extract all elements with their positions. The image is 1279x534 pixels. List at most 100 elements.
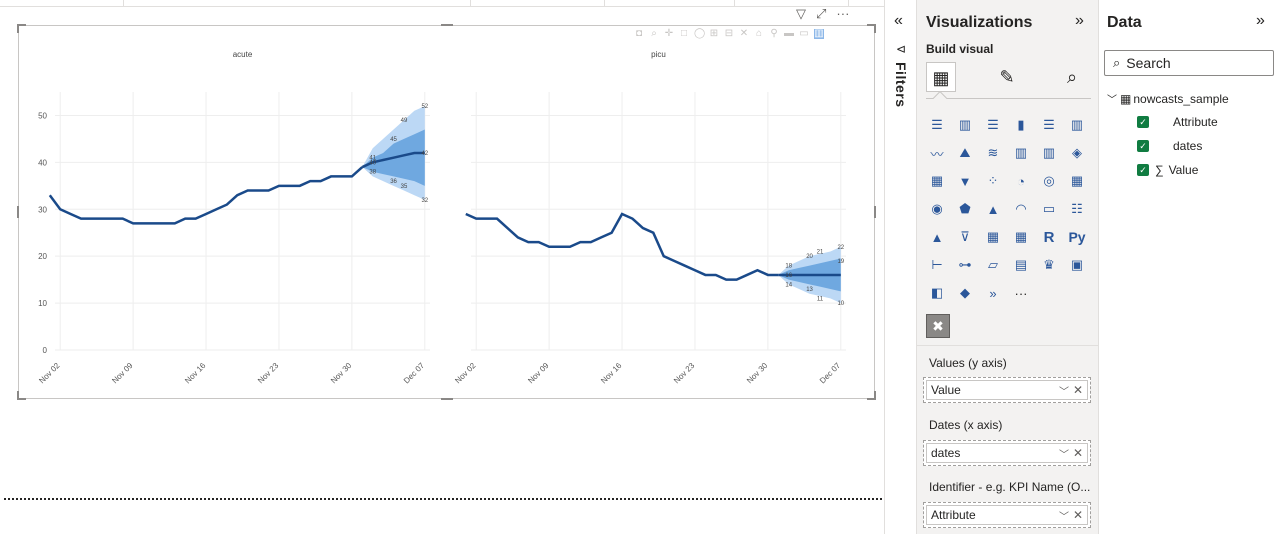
y-tick-label: 50 [38, 111, 47, 120]
panel-title: acute [233, 50, 253, 59]
table-icon[interactable]: ▦ [982, 226, 1004, 248]
expand-visualizations-icon[interactable]: » [1075, 12, 1084, 30]
ribbon-chart-icon[interactable]: ◈ [1066, 142, 1088, 164]
waterfall-chart-icon[interactable]: ▦ [926, 170, 948, 192]
stacked-bar-chart-icon[interactable]: ☰ [926, 114, 948, 136]
line-clustered-column-chart-icon[interactable]: ▥ [1038, 142, 1060, 164]
clustered-column-chart-icon[interactable]: ▮ [1010, 114, 1032, 136]
remove-field-icon[interactable]: ✕ [1073, 508, 1083, 522]
forecast-band-label: 14 [785, 282, 792, 288]
clustered-bar-chart-icon[interactable]: ☰ [982, 114, 1004, 136]
line-chart-icon[interactable]: 〰 [926, 142, 948, 164]
field-name: Value [1168, 163, 1199, 177]
values-well[interactable]: Value ﹀ ✕ [923, 377, 1091, 403]
qna-icon[interactable]: ▱ [982, 254, 1004, 276]
forecast-band-label: 38 [369, 170, 376, 176]
field-name: dates [1173, 139, 1203, 153]
custom-visual-icon[interactable]: ✖ [926, 314, 950, 338]
collapse-filters-icon[interactable]: « [894, 12, 903, 30]
analytics-icon[interactable]: ⌕ [1057, 62, 1087, 92]
checkbox-checked-icon[interactable]: ✓ [1137, 116, 1149, 128]
expand-data-icon[interactable]: » [1256, 12, 1265, 30]
funnel-chart-icon[interactable]: ▼ [954, 170, 976, 192]
scatter-chart-icon[interactable]: ⁘ [982, 170, 1004, 192]
y-tick-label: 10 [38, 299, 47, 308]
power-automate-icon[interactable]: ◆ [954, 282, 976, 304]
visualizations-pane: Visualizations » Build visual ▦ ✎ ⌕ ☰ ▥ … [916, 0, 1099, 534]
gauge-icon[interactable]: ◠ [1010, 198, 1032, 220]
multi-row-card-icon[interactable]: ☷ [1066, 198, 1088, 220]
more-visuals-icon[interactable]: ··· [1010, 282, 1032, 304]
report-canvas[interactable]: ▽ ⤢ ··· ◘ ⌕ ✛ □ ◯ ⊞ ⊟ ✕ ⌂ ⚲ ▬ ▭ ▥ acute 0… [0, 7, 884, 534]
smart-narrative-icon[interactable]: ▤ [1010, 254, 1032, 276]
identifier-well-label: Identifier - e.g. KPI Name (O... [929, 480, 1091, 494]
build-visual-icon[interactable]: ▦ [926, 62, 956, 92]
plot-area: acute 0 10 20 30 40 50 Nov 02 Nov 09 Nov 16 Nov 23… [37, 50, 846, 386]
chevron-down-icon[interactable]: ﹀ [1059, 383, 1069, 398]
table-node[interactable]: ﹀ ▦ nowcasts_sample [1107, 91, 1229, 107]
r-script-visual-icon[interactable]: R [1038, 226, 1060, 248]
forecast-band-label: 18 [785, 264, 792, 270]
values-field-pill[interactable]: Value ﹀ ✕ [926, 380, 1088, 400]
chevron-down-icon[interactable]: ﹀ [1059, 508, 1069, 523]
key-influencers-icon[interactable]: ⊢ [926, 254, 948, 276]
x-tick-label: Nov 30 [745, 361, 770, 386]
chevron-down-icon[interactable]: ﹀ [1107, 91, 1117, 106]
python-visual-icon[interactable]: Py [1066, 226, 1088, 248]
forecast-band-label: 22 [837, 245, 844, 251]
forecast-band-label: 35 [401, 184, 408, 190]
search-icon: ⌕ [1113, 55, 1121, 70]
panel-title: picu [651, 50, 666, 59]
filters-label[interactable]: Filters [893, 62, 909, 108]
visualizations-title: Visualizations [926, 14, 1033, 31]
forecast-band-label: 16 [785, 273, 792, 279]
forecast-band-label: 10 [837, 301, 844, 307]
build-visual-label: Build visual [926, 42, 994, 56]
field-row[interactable]: ✓ Attribute [1137, 115, 1218, 129]
field-row[interactable]: ✓ ∑ Value [1137, 163, 1198, 177]
paginated-report-icon[interactable]: ▣ [1066, 254, 1088, 276]
wells-separator [917, 345, 1099, 346]
ribbon-divider [470, 0, 471, 6]
stacked-area-chart-icon[interactable]: ≋ [982, 142, 1004, 164]
power-automate-flow-icon[interactable]: » [982, 282, 1004, 304]
goals-icon[interactable]: ♛ [1038, 254, 1060, 276]
stacked-column-chart-icon[interactable]: ▥ [954, 114, 976, 136]
matrix-icon[interactable]: ▦ [1010, 226, 1032, 248]
100-stacked-bar-chart-icon[interactable]: ☰ [1038, 114, 1060, 136]
slicer-icon[interactable]: ⊽ [954, 226, 976, 248]
table-name: nowcasts_sample [1133, 91, 1229, 106]
forecast-band-label: 36 [390, 179, 397, 185]
dates-field-pill[interactable]: dates ﹀ ✕ [926, 443, 1088, 463]
field-row[interactable]: ✓ dates [1137, 139, 1202, 153]
filled-map-icon[interactable]: ⬟ [954, 198, 976, 220]
x-tick-label: Nov 02 [37, 361, 62, 386]
treemap-icon[interactable]: ▦ [1066, 170, 1088, 192]
checkbox-checked-icon[interactable]: ✓ [1137, 140, 1149, 152]
power-apps-icon[interactable]: ◧ [926, 282, 948, 304]
forecast-band-label: 20 [806, 254, 813, 260]
dates-well[interactable]: dates ﹀ ✕ [923, 440, 1091, 466]
search-placeholder: Search [1126, 55, 1171, 71]
100-stacked-column-chart-icon[interactable]: ▥ [1066, 114, 1088, 136]
area-chart-icon[interactable]: ⛰ [954, 142, 976, 164]
decomposition-tree-icon[interactable]: ⊶ [954, 254, 976, 276]
filters-pane-collapsed[interactable]: « ⊲ Filters [884, 0, 916, 534]
chevron-down-icon[interactable]: ﹀ [1059, 446, 1069, 461]
search-input[interactable]: ⌕ Search [1104, 50, 1274, 76]
identifier-well[interactable]: Attribute ﹀ ✕ [923, 502, 1091, 528]
line-stacked-column-chart-icon[interactable]: ▥ [1010, 142, 1032, 164]
remove-field-icon[interactable]: ✕ [1073, 446, 1083, 460]
pie-chart-icon[interactable]: ◔ [1010, 170, 1032, 192]
format-visual-icon[interactable]: ✎ [992, 62, 1022, 92]
azure-map-icon[interactable]: ▲ [982, 198, 1004, 220]
x-tick-label: Nov 09 [110, 361, 135, 386]
card-icon[interactable]: ▭ [1038, 198, 1060, 220]
map-icon[interactable]: ◉ [926, 198, 948, 220]
identifier-field-pill[interactable]: Attribute ﹀ ✕ [926, 505, 1088, 525]
kpi-icon[interactable]: ▲ [926, 226, 948, 248]
remove-field-icon[interactable]: ✕ [1073, 383, 1083, 397]
dates-well-label: Dates (x axis) [929, 418, 1003, 432]
checkbox-checked-icon[interactable]: ✓ [1137, 164, 1149, 176]
donut-chart-icon[interactable]: ◎ [1038, 170, 1060, 192]
